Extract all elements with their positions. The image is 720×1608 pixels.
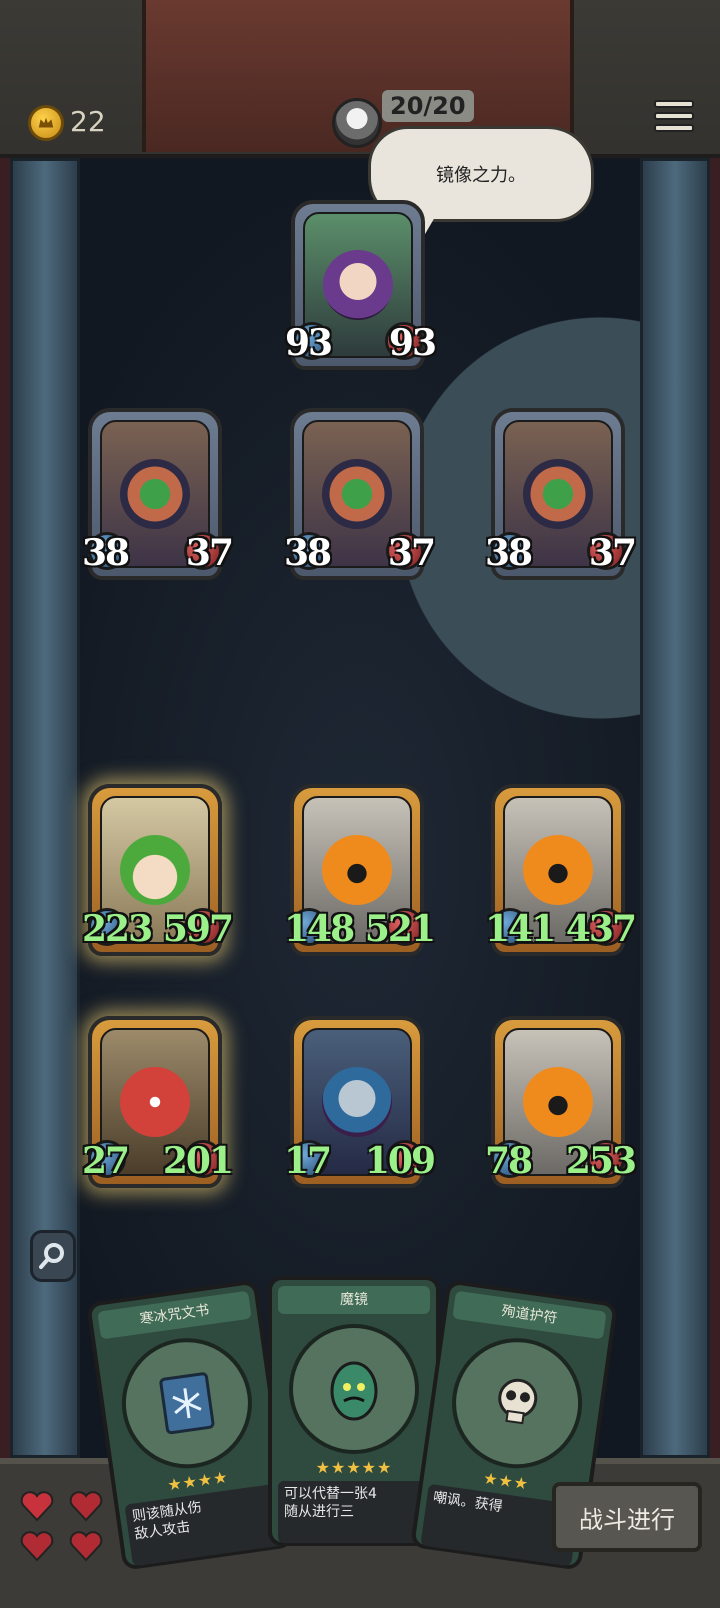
pumpkin-portrait bbox=[523, 1067, 593, 1137]
gold-coin-icon bbox=[28, 105, 64, 141]
magnifier-icon bbox=[39, 1243, 64, 1269]
player-hero-avatar[interactable] bbox=[332, 98, 382, 148]
elf-sorceress-portrait bbox=[322, 1067, 392, 1137]
red-imp-portrait bbox=[120, 1067, 190, 1137]
attack-value: 223 bbox=[82, 908, 153, 950]
attack-value: 38 bbox=[82, 532, 130, 574]
attack-value: 78 bbox=[485, 1140, 533, 1182]
heart-full-icon bbox=[69, 1490, 103, 1522]
health-value: 597 bbox=[162, 908, 234, 950]
health-value: 37 bbox=[185, 532, 234, 574]
health-value: 253 bbox=[565, 1140, 637, 1182]
snowflake-book-icon bbox=[113, 1329, 261, 1477]
spider-portrait bbox=[322, 459, 392, 529]
card-title: 殉道护符 bbox=[452, 1290, 607, 1340]
ally-minion[interactable]: 148 521 bbox=[284, 784, 436, 956]
health-value: 109 bbox=[364, 1140, 436, 1182]
health-value: 93 bbox=[388, 322, 437, 364]
ally-minion[interactable]: 78 253 bbox=[485, 1016, 637, 1188]
pumpkin-portrait bbox=[523, 835, 593, 905]
health-value: 37 bbox=[387, 532, 436, 574]
menu-button[interactable] bbox=[654, 100, 694, 138]
card-stars: ★★★★★ bbox=[315, 1458, 393, 1477]
attack-value: 27 bbox=[82, 1140, 130, 1182]
enemy-minion[interactable]: 38 37 bbox=[284, 408, 436, 580]
top-bar: 22 20/20 bbox=[0, 0, 720, 158]
attack-value: 141 bbox=[485, 908, 556, 950]
start-battle-button[interactable]: 战斗进行 bbox=[552, 1482, 702, 1552]
attack-value: 38 bbox=[284, 532, 332, 574]
heart-full-icon bbox=[20, 1530, 54, 1562]
ally-minion[interactable]: 17 109 bbox=[284, 1016, 436, 1188]
health-value: 521 bbox=[364, 908, 436, 950]
pumpkin-portrait bbox=[322, 835, 392, 905]
enemy-minion[interactable]: 38 37 bbox=[485, 408, 637, 580]
gold-count: 22 bbox=[70, 105, 106, 138]
attack-value: 17 bbox=[284, 1140, 332, 1182]
leaf-girl-portrait bbox=[120, 835, 190, 905]
heart-full-icon bbox=[69, 1530, 103, 1562]
hand-card[interactable]: 魔镜 ★★★★★ 可以代替一张4 随从进行三 bbox=[268, 1276, 440, 1546]
spider-portrait bbox=[523, 459, 593, 529]
right-pillar bbox=[640, 158, 710, 1458]
inspect-button[interactable] bbox=[30, 1230, 76, 1282]
attack-value: 93 bbox=[285, 322, 333, 364]
attack-value: 38 bbox=[485, 532, 533, 574]
ally-minion[interactable]: 141 437 bbox=[485, 784, 637, 956]
heart-full-icon bbox=[20, 1490, 54, 1522]
hero-health: 20/20 bbox=[382, 90, 474, 122]
magic-mirror-icon bbox=[289, 1324, 419, 1454]
attack-value: 148 bbox=[284, 908, 355, 950]
card-title: 寒冰咒文书 bbox=[97, 1290, 252, 1340]
ally-minion[interactable]: 223 597 bbox=[82, 784, 234, 956]
opponent-hero-card[interactable]: 93 93 bbox=[285, 200, 437, 370]
enemy-minion[interactable]: 38 37 bbox=[82, 408, 234, 580]
health-value: 201 bbox=[162, 1140, 234, 1182]
skull-amulet-icon bbox=[443, 1329, 591, 1477]
spider-portrait bbox=[120, 459, 190, 529]
ally-minion[interactable]: 27 201 bbox=[82, 1016, 234, 1188]
health-value: 37 bbox=[588, 532, 637, 574]
card-title: 魔镜 bbox=[278, 1286, 430, 1314]
witch-portrait bbox=[323, 250, 393, 320]
card-description: 可以代替一张4 随从进行三 bbox=[278, 1481, 430, 1543]
health-value: 437 bbox=[565, 908, 637, 950]
